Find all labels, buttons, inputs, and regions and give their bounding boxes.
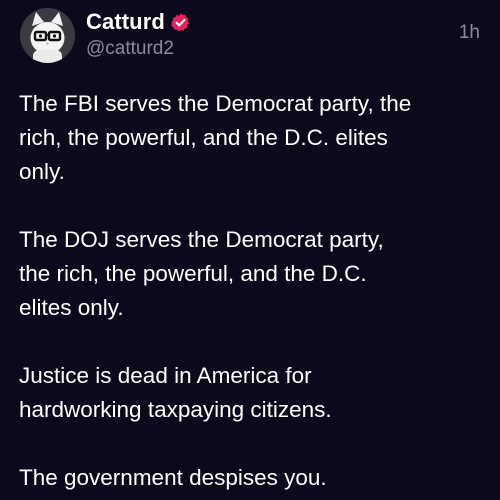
display-name[interactable]: Catturd (86, 9, 165, 35)
author-handle[interactable]: @catturd2 (86, 38, 191, 60)
post-line: The DOJ serves the Democrat party, (19, 227, 384, 252)
post-body: The FBI serves the Democrat party, the r… (19, 87, 481, 495)
post-line: rich, the powerful, and the D.C. elites (19, 125, 388, 150)
post-line: the rich, the powerful, and the D.C. (19, 261, 367, 286)
post-paragraph: The DOJ serves the Democrat party, the r… (19, 223, 481, 325)
post-timestamp[interactable]: 1h (459, 22, 480, 44)
post-paragraph: The FBI serves the Democrat party, the r… (19, 87, 481, 189)
verified-badge-icon (170, 12, 191, 33)
author-names: Catturd @catturd2 (86, 9, 191, 60)
post-line: The FBI serves the Democrat party, the (19, 91, 412, 116)
post-line: only. (19, 159, 65, 184)
post-paragraph: Justice is dead in America for hardworki… (19, 359, 481, 427)
post-paragraph: The government despises you. (19, 461, 481, 495)
post-line: elites only. (19, 295, 124, 320)
display-name-row: Catturd (86, 9, 191, 35)
avatar[interactable] (20, 8, 75, 63)
post-line: Justice is dead in America for (19, 363, 312, 388)
post-line: hardworking taxpaying citizens. (19, 397, 332, 422)
post-line: The government despises you. (19, 465, 327, 490)
post-header: Catturd @catturd2 1h (20, 8, 480, 66)
cat-with-glasses-avatar-icon (20, 8, 75, 63)
post-card: Catturd @catturd2 1h The FBI serves the … (0, 0, 500, 500)
